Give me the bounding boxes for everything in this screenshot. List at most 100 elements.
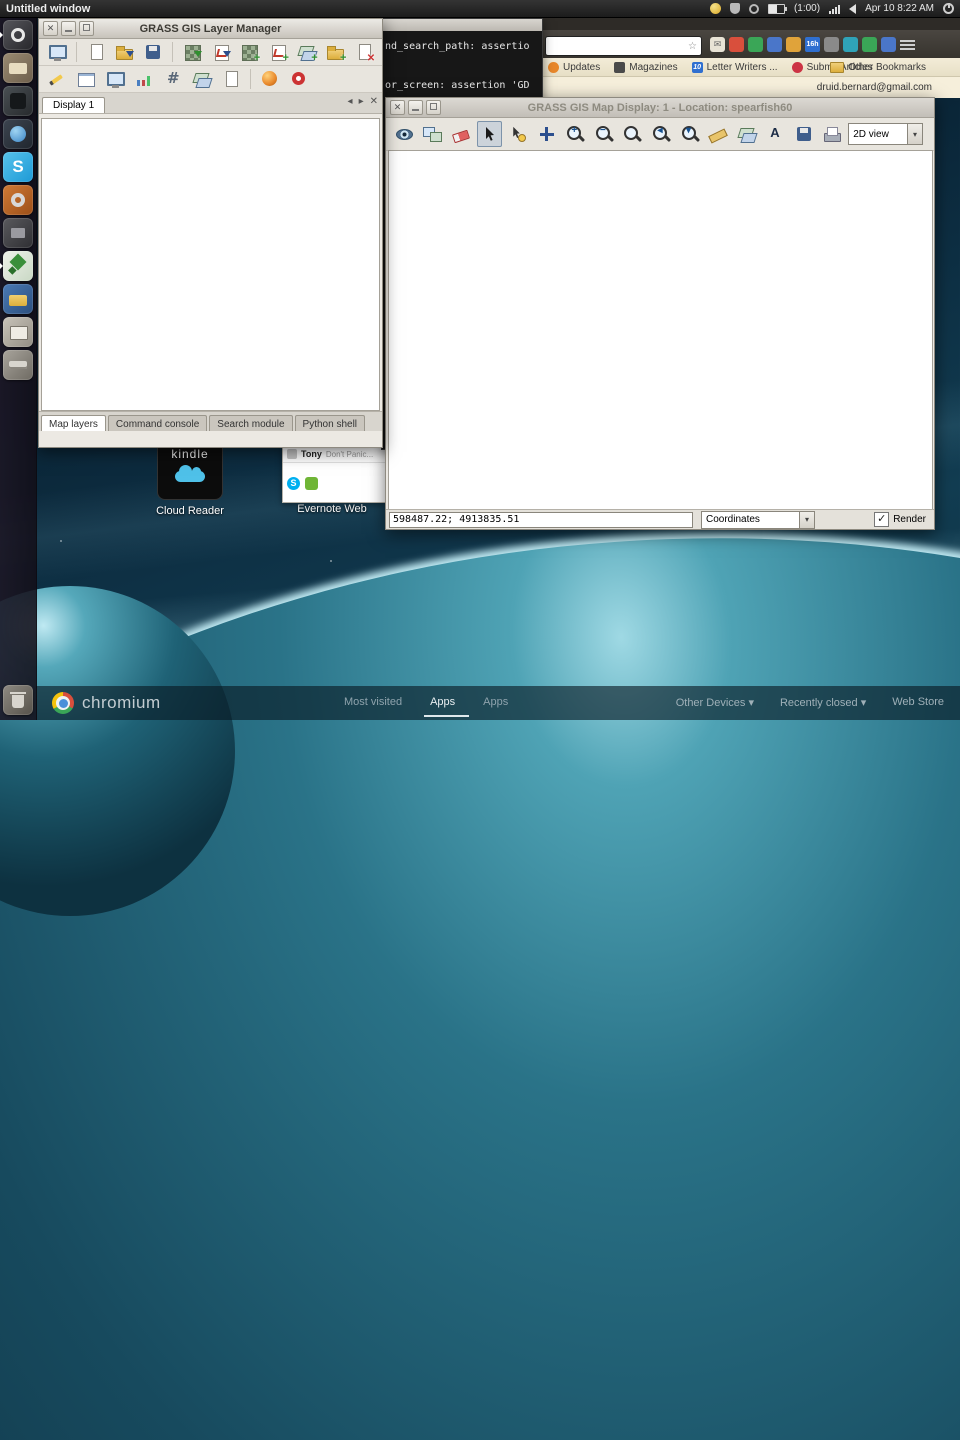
sync-indicator-icon[interactable] [749,4,759,14]
import-vector-button[interactable] [208,39,234,65]
tab-command-console[interactable]: Command console [108,415,207,432]
tab-most-visited[interactable]: Most visited [344,696,402,708]
volume-icon[interactable] [849,4,856,14]
battery-time-label[interactable]: (1:00) [794,3,820,14]
pointer-tool-button[interactable] [477,121,503,147]
new-workspace-button[interactable] [83,39,109,65]
tab-prev-icon[interactable]: ◂ [348,96,353,107]
tab-python-shell[interactable]: Python shell [295,415,365,432]
security-indicator-icon[interactable] [730,3,740,14]
import-raster-button[interactable] [179,39,205,65]
render-checkbox[interactable]: ✓ [874,512,889,527]
erase-display-button[interactable] [448,121,474,147]
settings-extension-icon[interactable] [824,37,839,52]
add-text-button[interactable] [763,121,789,147]
zoom-back-button[interactable]: ◂ [648,121,674,147]
tab-next-icon[interactable]: ▸ [359,96,364,107]
launcher-item-app-blue[interactable] [3,119,33,149]
network-signal-icon[interactable] [829,4,840,14]
help-button[interactable] [286,66,312,92]
minimize-button[interactable] [408,100,423,115]
view-mode-select[interactable]: 2D view ▾ [848,123,923,145]
maximize-button[interactable] [426,100,441,115]
recently-closed-link[interactable]: Recently closed ▾ [780,696,866,709]
launcher-item-archive[interactable] [3,317,33,347]
extension-icon[interactable] [881,37,896,52]
zoom-out-button[interactable]: − [591,121,617,147]
launcher-item-files[interactable] [3,53,33,83]
extension-icon[interactable] [767,37,782,52]
tab-map-layers[interactable]: Map layers [41,415,106,432]
extension-icon[interactable] [862,37,877,52]
zoom-options-button[interactable]: ▾ [677,121,703,147]
launcher-item-software[interactable] [3,218,33,248]
raster-calculator-button[interactable] [160,66,186,92]
layer-tree-panel[interactable] [41,118,380,411]
extension-icon[interactable] [729,37,744,52]
new-display-small-button[interactable] [102,66,128,92]
extension-icon[interactable] [843,37,858,52]
skype-icon[interactable]: S [287,477,300,490]
zoom-in-button[interactable]: + [562,121,588,147]
histogram-button[interactable] [131,66,157,92]
evernote-web-label[interactable]: Evernote Web [277,503,387,515]
calendar-badge-icon[interactable]: 16h [805,37,820,52]
zoom-extent-button[interactable] [620,121,646,147]
maximize-button[interactable] [79,21,94,36]
pan-tool-button[interactable] [534,121,560,147]
edit-vector-button[interactable] [44,66,70,92]
show-display-button[interactable] [391,121,417,147]
save-display-button[interactable] [791,121,817,147]
graphical-modeler-button[interactable] [189,66,215,92]
close-button[interactable]: ✕ [390,100,405,115]
close-button[interactable]: ✕ [43,21,58,36]
launcher-item-skype[interactable]: S [3,152,33,182]
launcher-item-dash[interactable] [3,20,33,50]
launcher-item-settings[interactable] [3,185,33,215]
ubuntu-one-status-icon[interactable] [710,3,721,14]
other-devices-link[interactable]: Other Devices ▾ [676,696,754,709]
launcher-item-screenshot[interactable] [3,86,33,116]
query-tool-button[interactable] [505,121,531,147]
add-vector-layer-button[interactable]: + [265,39,291,65]
browser-menu-icon[interactable] [900,37,915,52]
map-display-titlebar[interactable]: ✕ GRASS GIS Map Display: 1 - Location: s… [386,98,934,118]
clock-label[interactable]: Apr 10 8:22 AM [865,3,934,14]
minimize-button[interactable] [61,21,76,36]
tab-display-1[interactable]: Display 1 [42,97,105,113]
layer-manager-titlebar[interactable]: ✕ GRASS GIS Layer Manager [39,19,382,39]
print-map-button[interactable] [820,121,846,147]
terminal-titlebar[interactable] [382,19,542,31]
add-group-button[interactable]: + [323,39,349,65]
other-bookmarks-button[interactable]: Other Bookmarks [830,62,926,73]
tab-search-module[interactable]: Search module [209,415,292,432]
attribute-table-button[interactable] [73,66,99,92]
add-raster-layer-button[interactable]: + [236,39,262,65]
launcher-item-grass-gis[interactable] [3,251,33,281]
analyze-map-button[interactable] [705,121,731,147]
extension-icon[interactable] [748,37,763,52]
map-canvas[interactable] [388,150,933,510]
bookmark-star-icon[interactable]: ☆ [688,41,701,52]
add-overlay-button[interactable] [734,121,760,147]
render-map-button[interactable] [420,121,446,147]
tab-apps-2[interactable]: Apps [483,696,508,708]
contact-row[interactable]: Tony Don't Panic... [283,446,385,463]
statusbar-mode-select[interactable]: Coordinates ▾ [701,511,815,529]
kindle-cloud-reader-shortcut[interactable]: kindle Cloud Reader [150,436,230,517]
georectifier-button[interactable] [257,66,283,92]
address-bar[interactable]: ☆ [545,36,702,56]
web-store-link[interactable]: Web Store [892,696,944,709]
add-multiple-layers-button[interactable]: + [294,39,320,65]
extension-icon[interactable] [786,37,801,52]
bookmark-updates[interactable]: Updates [548,62,600,73]
session-menu-icon[interactable] [943,3,954,14]
bookmark-magazines[interactable]: Magazines [614,62,677,73]
evernote-icon[interactable] [305,477,318,490]
tab-close-icon[interactable]: ✕ [370,96,378,107]
account-email[interactable]: druid.bernard@gmail.com [817,82,932,93]
new-display-button[interactable] [44,39,70,65]
remove-layer-button[interactable]: ✕ [351,39,377,65]
bookmark-letter-writers[interactable]: 10 Letter Writers ... [692,62,778,73]
launcher-item-file-manager[interactable] [3,284,33,314]
